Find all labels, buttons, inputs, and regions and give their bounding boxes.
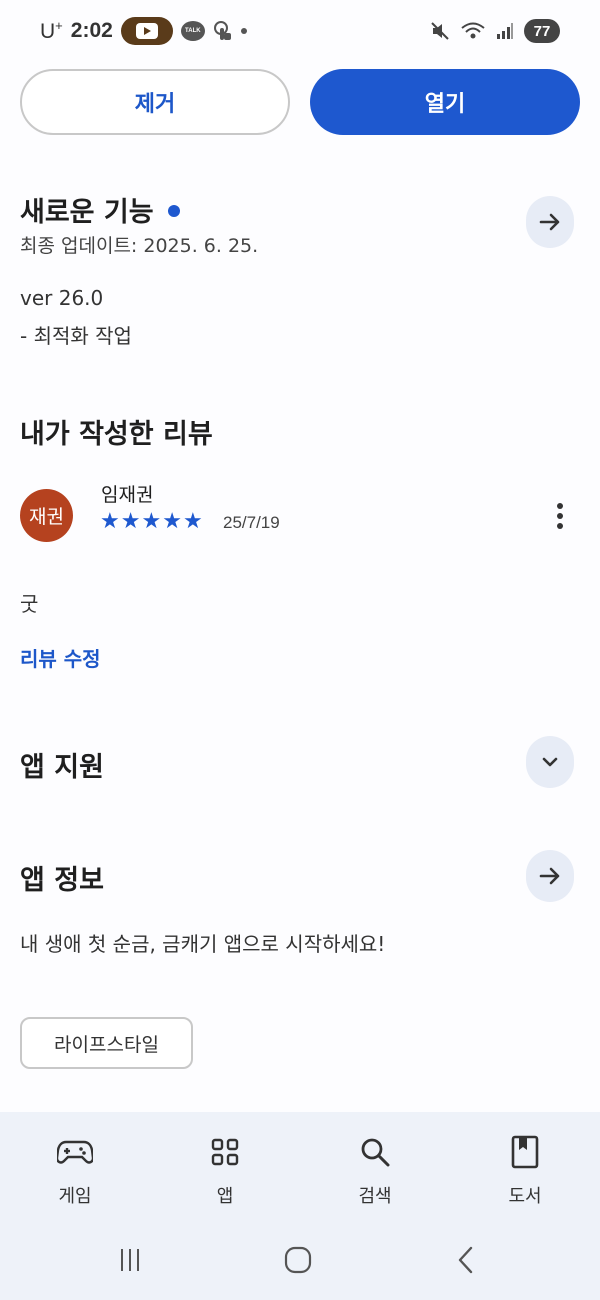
- star-icon: ★: [162, 509, 182, 534]
- whats-new-heading: 새로운 기능: [20, 190, 180, 229]
- avatar: 재권: [20, 489, 73, 542]
- search-icon: [357, 1134, 393, 1170]
- apps-grid-icon: [207, 1134, 243, 1170]
- status-bar: U+ 2:02 TALK 77: [0, 0, 600, 62]
- nav-label-games: 게임: [58, 1186, 92, 1207]
- status-time: 2:02: [70, 19, 113, 42]
- kakaotalk-notification-icon: TALK: [180, 21, 205, 41]
- app-support-expand-button[interactable]: [526, 736, 574, 788]
- whats-new-arrow-button[interactable]: [526, 196, 574, 248]
- app-info-arrow-button[interactable]: [526, 850, 574, 902]
- whats-new-title: 새로운 기능: [20, 197, 154, 228]
- back-chevron-icon: [458, 1246, 473, 1274]
- category-chip[interactable]: 라이프스타일: [20, 1017, 193, 1069]
- arrow-right-icon: [539, 867, 560, 885]
- recent-apps-icon: [121, 1249, 139, 1271]
- book-icon: [507, 1134, 543, 1170]
- review-date: 25/7/19: [223, 513, 280, 532]
- bottom-navigation: 게임 앱 검색 도서: [0, 1112, 600, 1222]
- arrow-right-icon: [539, 213, 560, 231]
- nav-item-books[interactable]: 도서: [450, 1112, 600, 1222]
- system-navigation-bar: [0, 1222, 600, 1300]
- carrier-label: U+: [40, 18, 63, 43]
- chevron-down-icon: [542, 757, 558, 767]
- release-note-text: - 최적화 작업: [20, 324, 132, 348]
- new-indicator-dot: [167, 204, 180, 217]
- signal-icon: [497, 23, 513, 39]
- nav-item-apps[interactable]: 앱: [150, 1112, 300, 1222]
- nav-label-books: 도서: [508, 1186, 542, 1207]
- version-text: ver 26.0: [20, 286, 104, 310]
- wifi-icon: [461, 22, 485, 39]
- edit-review-link[interactable]: 리뷰 수정: [20, 643, 101, 672]
- gamepad-icon: [57, 1134, 93, 1170]
- nav-label-apps: 앱: [216, 1186, 234, 1207]
- nav-item-search[interactable]: 검색: [300, 1112, 450, 1222]
- nav-item-games[interactable]: 게임: [0, 1112, 150, 1222]
- back-button[interactable]: [446, 1240, 486, 1280]
- star-rating: ★ ★ ★ ★ ★: [100, 510, 203, 534]
- my-review-heading: 내가 작성한 리뷰: [20, 419, 213, 450]
- app-info-heading: 앱 정보: [20, 865, 104, 896]
- star-icon: ★: [182, 509, 203, 534]
- review-more-options-icon[interactable]: [548, 500, 572, 532]
- battery-indicator: 77: [524, 19, 560, 43]
- touch-notification-icon: [213, 21, 231, 40]
- star-icon: ★: [141, 509, 162, 534]
- reviewer-name: 임재권: [101, 484, 154, 506]
- open-button[interactable]: 열기: [310, 69, 580, 135]
- app-support-heading: 앱 지원: [20, 752, 104, 783]
- review-text: 굿: [20, 592, 39, 616]
- home-button[interactable]: [278, 1240, 318, 1280]
- home-icon: [284, 1246, 312, 1274]
- remove-button[interactable]: 제거: [20, 69, 290, 135]
- app-description: 내 생애 첫 순금, 금캐기 앱으로 시작하세요!: [20, 932, 386, 956]
- youtube-notification-icon: [120, 17, 173, 45]
- mute-icon: [431, 22, 449, 40]
- last-updated-text: 최종 업데이트: 2025. 6. 25.: [20, 235, 259, 257]
- star-icon: ★: [100, 509, 120, 534]
- more-notifications-dot-icon: [240, 28, 247, 34]
- recent-apps-button[interactable]: [110, 1240, 150, 1280]
- nav-label-search: 검색: [358, 1186, 392, 1207]
- star-icon: ★: [120, 509, 141, 534]
